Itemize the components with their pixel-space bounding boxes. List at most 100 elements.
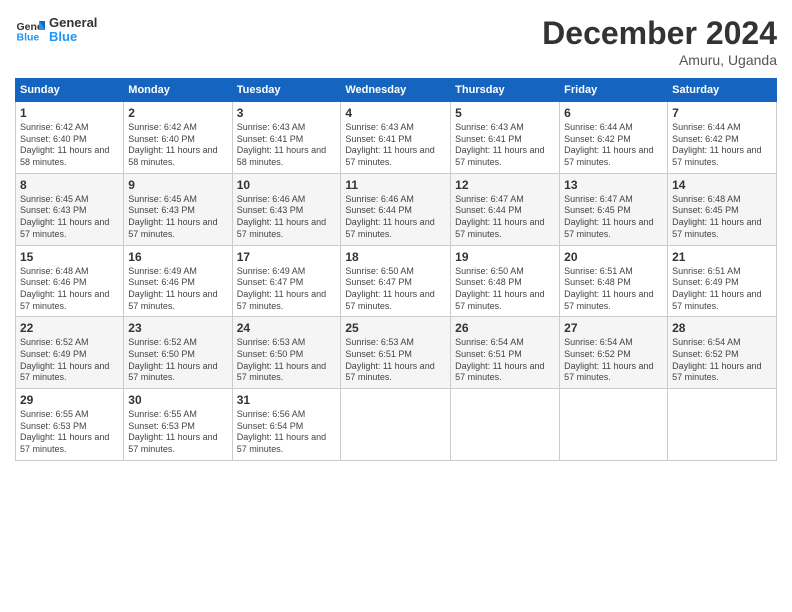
day-info: Sunrise: 6:55 AMSunset: 6:53 PMDaylight:…	[20, 409, 119, 456]
day-info: Sunrise: 6:56 AMSunset: 6:54 PMDaylight:…	[237, 409, 337, 456]
calendar-week-1: 1 Sunrise: 6:42 AMSunset: 6:40 PMDaylight…	[16, 102, 777, 174]
day-number: 17	[237, 250, 337, 264]
calendar-cell: 27Sunrise: 6:54 AMSunset: 6:52 PMDayligh…	[560, 317, 668, 389]
day-number: 24	[237, 321, 337, 335]
calendar-cell: 5 Sunrise: 6:43 AMSunset: 6:41 PMDaylight…	[451, 102, 560, 174]
day-info: Sunrise: 6:42 AMSunset: 6:40 PMDaylight:…	[128, 122, 227, 169]
calendar-cell: 7 Sunrise: 6:44 AMSunset: 6:42 PMDaylight…	[668, 102, 777, 174]
calendar-cell: 24 Sunrise: 6:53 AMSunset: 6:50 PMDayligh…	[232, 317, 341, 389]
calendar-cell: 15 Sunrise: 6:48 AMSunset: 6:46 PMDayligh…	[16, 245, 124, 317]
logo: General Blue General Blue	[15, 15, 97, 45]
day-info: Sunrise: 6:52 AMSunset: 6:50 PMDaylight:…	[128, 337, 227, 384]
calendar-cell: 19 Sunrise: 6:50 AMSunset: 6:48 PMDayligh…	[451, 245, 560, 317]
day-info: Sunrise: 6:43 AMSunset: 6:41 PMDaylight:…	[237, 122, 337, 169]
calendar-header-row: Sunday Monday Tuesday Wednesday Thursday…	[16, 79, 777, 102]
svg-text:Blue: Blue	[17, 32, 40, 44]
day-info: Sunrise: 6:54 AMSunset: 6:52 PMDaylight:…	[564, 337, 663, 384]
day-number: 6	[564, 106, 663, 120]
day-number: 26	[455, 321, 555, 335]
day-number: 5	[455, 106, 555, 120]
day-number: 9	[128, 178, 227, 192]
day-info: Sunrise: 6:45 AMSunset: 6:43 PMDaylight:…	[128, 194, 227, 241]
col-wednesday: Wednesday	[341, 79, 451, 102]
page: General Blue General Blue December 2024 …	[0, 0, 792, 612]
day-info: Sunrise: 6:54 AMSunset: 6:51 PMDaylight:…	[455, 337, 555, 384]
calendar-cell: 8 Sunrise: 6:45 AMSunset: 6:43 PMDaylight…	[16, 173, 124, 245]
day-info: Sunrise: 6:49 AMSunset: 6:47 PMDaylight:…	[237, 266, 337, 313]
day-info: Sunrise: 6:54 AMSunset: 6:52 PMDaylight:…	[672, 337, 772, 384]
day-info: Sunrise: 6:46 AMSunset: 6:43 PMDaylight:…	[237, 194, 337, 241]
day-info: Sunrise: 6:50 AMSunset: 6:48 PMDaylight:…	[455, 266, 555, 313]
day-info: Sunrise: 6:50 AMSunset: 6:47 PMDaylight:…	[345, 266, 446, 313]
calendar-week-3: 15 Sunrise: 6:48 AMSunset: 6:46 PMDayligh…	[16, 245, 777, 317]
col-friday: Friday	[560, 79, 668, 102]
day-number: 23	[128, 321, 227, 335]
calendar-cell: 4 Sunrise: 6:43 AMSunset: 6:41 PMDaylight…	[341, 102, 451, 174]
calendar-cell: 26 Sunrise: 6:54 AMSunset: 6:51 PMDayligh…	[451, 317, 560, 389]
day-number: 12	[455, 178, 555, 192]
calendar-cell	[341, 389, 451, 461]
day-info: Sunrise: 6:55 AMSunset: 6:53 PMDaylight:…	[128, 409, 227, 456]
calendar-cell	[451, 389, 560, 461]
day-number: 13	[564, 178, 663, 192]
calendar-week-4: 22Sunrise: 6:52 AMSunset: 6:49 PMDayligh…	[16, 317, 777, 389]
day-number: 10	[237, 178, 337, 192]
calendar-cell: 23 Sunrise: 6:52 AMSunset: 6:50 PMDayligh…	[124, 317, 232, 389]
day-number: 21	[672, 250, 772, 264]
calendar-cell: 9 Sunrise: 6:45 AMSunset: 6:43 PMDaylight…	[124, 173, 232, 245]
day-info: Sunrise: 6:44 AMSunset: 6:42 PMDaylight:…	[672, 122, 772, 169]
logo-text: General Blue	[49, 16, 97, 45]
calendar-week-2: 8 Sunrise: 6:45 AMSunset: 6:43 PMDaylight…	[16, 173, 777, 245]
day-number: 8	[20, 178, 119, 192]
col-monday: Monday	[124, 79, 232, 102]
day-info: Sunrise: 6:51 AMSunset: 6:49 PMDaylight:…	[672, 266, 772, 313]
day-info: Sunrise: 6:46 AMSunset: 6:44 PMDaylight:…	[345, 194, 446, 241]
calendar-cell: 2 Sunrise: 6:42 AMSunset: 6:40 PMDaylight…	[124, 102, 232, 174]
day-info: Sunrise: 6:52 AMSunset: 6:49 PMDaylight:…	[20, 337, 119, 384]
location: Amuru, Uganda	[542, 52, 777, 68]
calendar-cell: 22Sunrise: 6:52 AMSunset: 6:49 PMDayligh…	[16, 317, 124, 389]
col-tuesday: Tuesday	[232, 79, 341, 102]
day-number: 15	[20, 250, 119, 264]
day-number: 25	[345, 321, 446, 335]
calendar-cell: 16 Sunrise: 6:49 AMSunset: 6:46 PMDayligh…	[124, 245, 232, 317]
col-sunday: Sunday	[16, 79, 124, 102]
calendar-cell: 28 Sunrise: 6:54 AMSunset: 6:52 PMDayligh…	[668, 317, 777, 389]
day-number: 19	[455, 250, 555, 264]
calendar-cell: 11 Sunrise: 6:46 AMSunset: 6:44 PMDayligh…	[341, 173, 451, 245]
calendar-cell: 29 Sunrise: 6:55 AMSunset: 6:53 PMDayligh…	[16, 389, 124, 461]
day-info: Sunrise: 6:48 AMSunset: 6:46 PMDaylight:…	[20, 266, 119, 313]
day-info: Sunrise: 6:42 AMSunset: 6:40 PMDaylight:…	[20, 122, 119, 169]
calendar-cell: 30 Sunrise: 6:55 AMSunset: 6:53 PMDayligh…	[124, 389, 232, 461]
calendar-cell: 1 Sunrise: 6:42 AMSunset: 6:40 PMDaylight…	[16, 102, 124, 174]
day-number: 28	[672, 321, 772, 335]
day-number: 11	[345, 178, 446, 192]
title-block: December 2024 Amuru, Uganda	[542, 15, 777, 68]
day-number: 2	[128, 106, 227, 120]
day-number: 16	[128, 250, 227, 264]
day-info: Sunrise: 6:43 AMSunset: 6:41 PMDaylight:…	[345, 122, 446, 169]
calendar-cell: 21 Sunrise: 6:51 AMSunset: 6:49 PMDayligh…	[668, 245, 777, 317]
calendar-cell: 25Sunrise: 6:53 AMSunset: 6:51 PMDayligh…	[341, 317, 451, 389]
day-info: Sunrise: 6:47 AMSunset: 6:45 PMDaylight:…	[564, 194, 663, 241]
day-number: 29	[20, 393, 119, 407]
day-number: 14	[672, 178, 772, 192]
logo-line1: General	[49, 16, 97, 30]
calendar-cell: 10 Sunrise: 6:46 AMSunset: 6:43 PMDayligh…	[232, 173, 341, 245]
day-info: Sunrise: 6:48 AMSunset: 6:45 PMDaylight:…	[672, 194, 772, 241]
day-number: 4	[345, 106, 446, 120]
header: General Blue General Blue December 2024 …	[15, 15, 777, 68]
day-info: Sunrise: 6:44 AMSunset: 6:42 PMDaylight:…	[564, 122, 663, 169]
day-info: Sunrise: 6:49 AMSunset: 6:46 PMDaylight:…	[128, 266, 227, 313]
calendar-cell: 12Sunrise: 6:47 AMSunset: 6:44 PMDayligh…	[451, 173, 560, 245]
day-number: 1	[20, 106, 119, 120]
calendar-cell: 3Sunrise: 6:43 AMSunset: 6:41 PMDaylight…	[232, 102, 341, 174]
day-info: Sunrise: 6:45 AMSunset: 6:43 PMDaylight:…	[20, 194, 119, 241]
day-number: 30	[128, 393, 227, 407]
day-info: Sunrise: 6:43 AMSunset: 6:41 PMDaylight:…	[455, 122, 555, 169]
day-info: Sunrise: 6:53 AMSunset: 6:50 PMDaylight:…	[237, 337, 337, 384]
calendar-cell: 13 Sunrise: 6:47 AMSunset: 6:45 PMDayligh…	[560, 173, 668, 245]
logo-line2: Blue	[49, 30, 97, 44]
day-number: 7	[672, 106, 772, 120]
col-saturday: Saturday	[668, 79, 777, 102]
